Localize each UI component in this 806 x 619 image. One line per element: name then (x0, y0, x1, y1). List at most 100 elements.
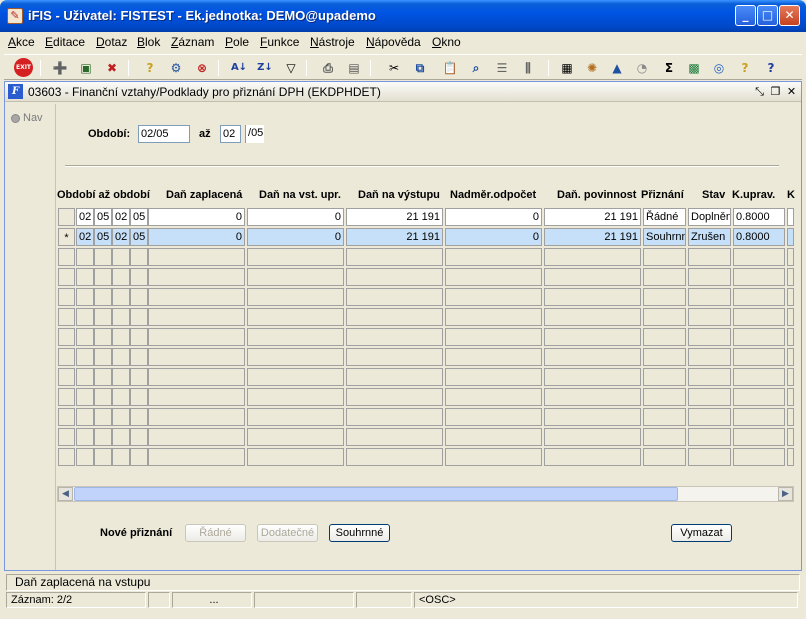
cancel-query-icon[interactable]: ⊗ (192, 58, 212, 78)
table-cell-stav[interactable] (688, 388, 731, 406)
menu-nastroje[interactable]: Nástroje (310, 35, 355, 49)
table-cell-y1[interactable] (94, 308, 112, 326)
table-cell-y1[interactable] (94, 408, 112, 426)
scroll-left-icon[interactable]: ◀ (58, 487, 73, 501)
menu-funkce[interactable]: Funkce (260, 35, 299, 49)
execute-query-icon[interactable]: ⚙ (166, 58, 186, 78)
table-cell-dan-vst-upr[interactable]: 0 (247, 208, 344, 226)
table-cell-povinnost[interactable] (544, 248, 641, 266)
row-marker[interactable] (58, 428, 75, 446)
souhrnne-button[interactable]: Souhrnné (329, 524, 390, 542)
table-cell-m1[interactable] (76, 248, 94, 266)
row-marker[interactable] (58, 448, 75, 466)
help-icon[interactable]: ? (735, 58, 755, 78)
table-cell-dan-vystup[interactable]: 21 191 (346, 228, 443, 246)
table-cell-k[interactable] (787, 208, 794, 226)
query-icon[interactable]: ? (140, 58, 160, 78)
table-cell-dan-vst-upr[interactable] (247, 408, 344, 426)
table-cell-k[interactable] (787, 228, 794, 246)
period-to-year-field[interactable]: /05 (245, 125, 264, 143)
close-button[interactable]: ✕ (779, 5, 800, 26)
table-cell-dan-vst-upr[interactable] (247, 308, 344, 326)
table-cell-m1[interactable] (76, 268, 94, 286)
table-cell-k[interactable] (787, 368, 794, 386)
scroll-thumb[interactable] (74, 487, 678, 501)
menu-editace[interactable]: Editace (45, 35, 85, 49)
form-title-bar[interactable]: F 03603 - Finanční vztahy/Podklady pro p… (5, 82, 801, 102)
table-cell-k[interactable] (787, 388, 794, 406)
minimize-button[interactable]: _ (735, 5, 756, 26)
row-marker[interactable]: * (58, 228, 75, 246)
table-cell-y1[interactable] (94, 368, 112, 386)
table-cell-dan-vystup[interactable] (346, 408, 443, 426)
filter-icon[interactable]: ▽ (281, 58, 301, 78)
table-cell-k-uprav[interactable] (733, 248, 785, 266)
table-cell-m2[interactable] (112, 348, 130, 366)
row-marker[interactable] (58, 268, 75, 286)
table-cell-k-uprav[interactable] (733, 388, 785, 406)
table-cell-priznani[interactable] (643, 428, 686, 446)
table-cell-dan-vst-upr[interactable]: 0 (247, 228, 344, 246)
table-cell-k[interactable] (787, 428, 794, 446)
table-cell-dan-vst-upr[interactable] (247, 428, 344, 446)
add-record-icon[interactable]: ➕ (50, 58, 70, 78)
table-cell-stav[interactable]: Zrušen (688, 228, 731, 246)
table-cell-k-uprav[interactable] (733, 428, 785, 446)
table-cell-y2[interactable] (130, 328, 148, 346)
table-cell-priznani[interactable] (643, 408, 686, 426)
row-marker[interactable] (58, 208, 75, 226)
table-cell-m2[interactable] (112, 428, 130, 446)
row-marker[interactable] (58, 388, 75, 406)
table-cell-m1[interactable] (76, 348, 94, 366)
table-cell-nadmer[interactable] (445, 428, 542, 446)
menu-dotaz[interactable]: Dotaz (96, 35, 127, 49)
browser-icon[interactable]: ◎ (709, 58, 729, 78)
table-cell-y2[interactable]: 05 (130, 208, 148, 226)
cut-icon[interactable]: ✂ (384, 58, 404, 78)
table-cell-stav[interactable] (688, 328, 731, 346)
table-cell-dan-vst-upr[interactable] (247, 328, 344, 346)
table-cell-povinnost[interactable] (544, 448, 641, 466)
table-cell-m2[interactable] (112, 248, 130, 266)
table-cell-m1[interactable] (76, 408, 94, 426)
table-cell-stav[interactable] (688, 288, 731, 306)
table-cell-y1[interactable] (94, 448, 112, 466)
columns-icon[interactable]: ⫼ (518, 58, 538, 78)
menu-napoveda[interactable]: Nápověda (366, 35, 421, 49)
period-to-month-field[interactable]: 02 (220, 125, 241, 143)
table-cell-povinnost[interactable] (544, 288, 641, 306)
table-cell-k[interactable] (787, 308, 794, 326)
save-icon[interactable]: ▣ (76, 58, 96, 78)
table-cell-nadmer[interactable] (445, 348, 542, 366)
table-cell-y1[interactable] (94, 428, 112, 446)
table-cell-dan-vst-upr[interactable] (247, 248, 344, 266)
table-cell-y2[interactable] (130, 268, 148, 286)
table-cell-dan-vystup[interactable] (346, 448, 443, 466)
table-cell-povinnost[interactable] (544, 368, 641, 386)
table-cell-stav[interactable] (688, 348, 731, 366)
sort-descending-icon[interactable]: Z↓ (255, 58, 275, 78)
print-preview-icon[interactable]: ▤ (344, 58, 364, 78)
table-cell-dan-vystup[interactable] (346, 328, 443, 346)
table-cell-m1[interactable] (76, 388, 94, 406)
table-cell-dan-vystup[interactable]: 21 191 (346, 208, 443, 226)
table-cell-nadmer[interactable] (445, 248, 542, 266)
table-cell-k-uprav[interactable] (733, 308, 785, 326)
table-cell-nadmer[interactable] (445, 308, 542, 326)
table-cell-m2[interactable] (112, 368, 130, 386)
table-cell-m1[interactable] (76, 328, 94, 346)
table-cell-dan-vst-upr[interactable] (247, 348, 344, 366)
table-cell-k-uprav[interactable] (733, 288, 785, 306)
menu-akce[interactable]: Akce (8, 35, 35, 49)
table-cell-k[interactable] (787, 268, 794, 286)
table-cell-povinnost[interactable] (544, 328, 641, 346)
table-cell-stav[interactable] (688, 368, 731, 386)
table-cell-dan-zaplacena[interactable] (148, 348, 245, 366)
table-cell-dan-vst-upr[interactable] (247, 268, 344, 286)
table-cell-dan-vystup[interactable] (346, 268, 443, 286)
table-cell-m2[interactable] (112, 388, 130, 406)
table-cell-dan-zaplacena[interactable] (148, 408, 245, 426)
table-cell-y1[interactable] (94, 388, 112, 406)
table-cell-y1[interactable] (94, 328, 112, 346)
table-cell-m1[interactable]: 02 (76, 228, 94, 246)
